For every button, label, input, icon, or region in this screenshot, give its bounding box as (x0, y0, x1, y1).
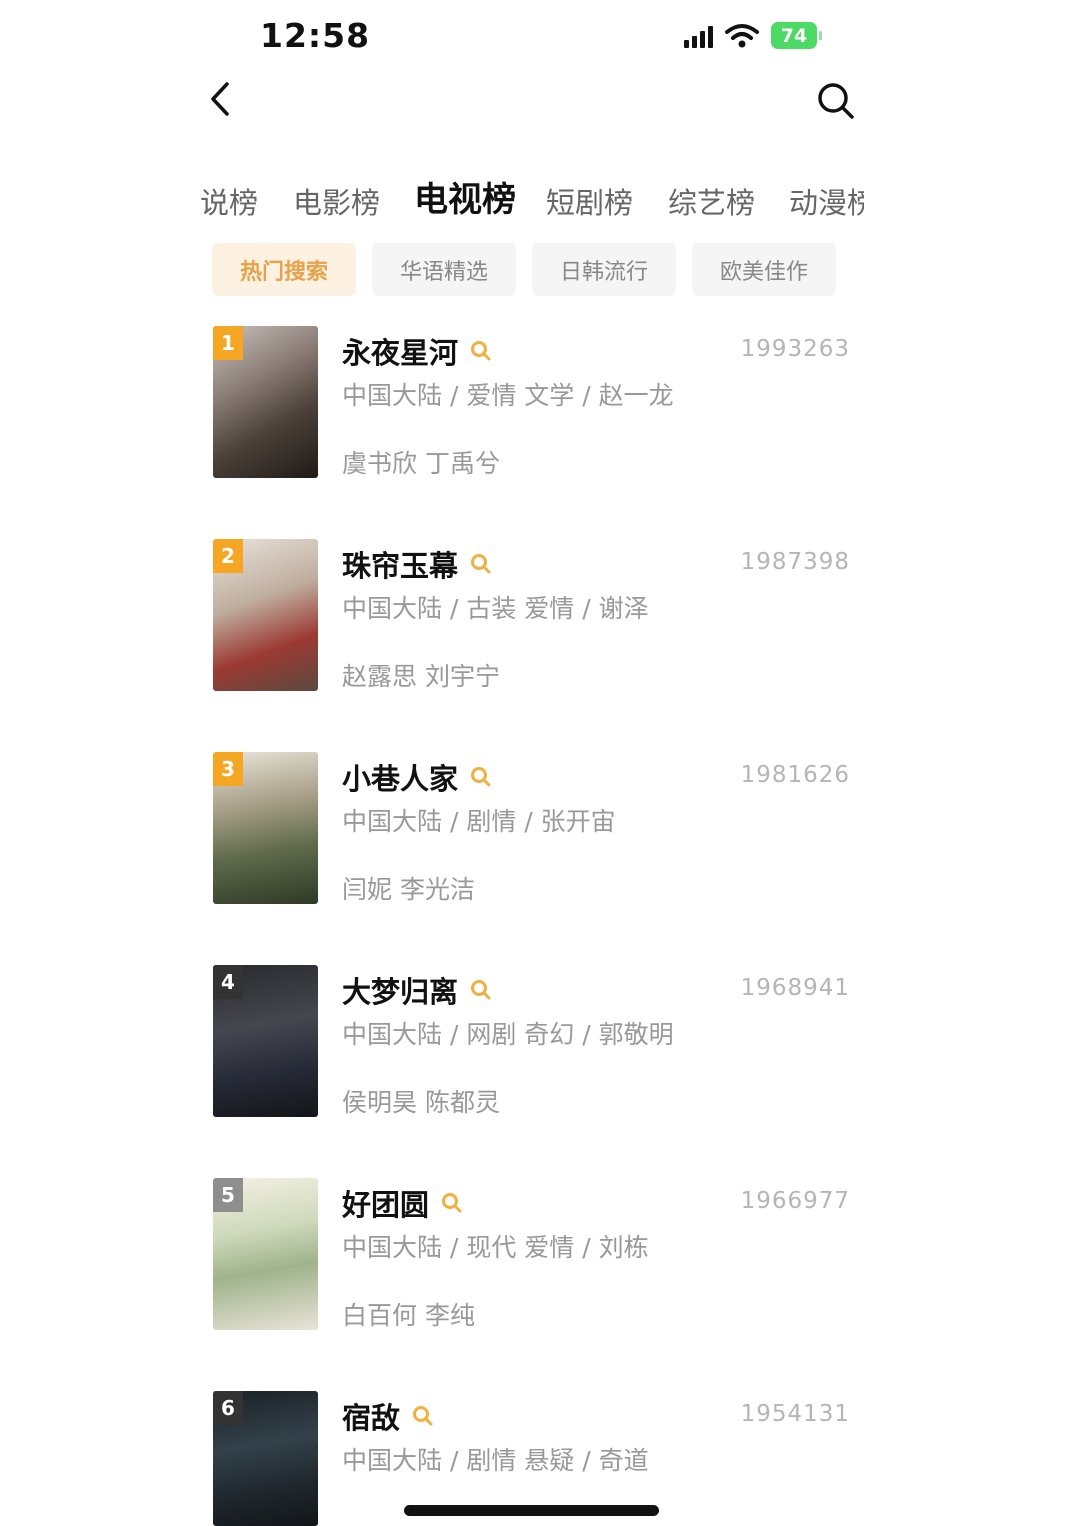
tab-tv[interactable]: 电视榜 (414, 172, 516, 221)
item-title: 大梦归离 (342, 975, 459, 1009)
item-cast: 赵露思 刘宇宁 (342, 662, 500, 691)
item-cast: 白百何 李纯 (342, 1301, 475, 1330)
list-item[interactable]: 4 大梦归离 1968941 中国大陆 / 网剧 奇幻 / 郭敬明 侯明昊 陈都… (0, 965, 1080, 1117)
signal-icon (684, 24, 713, 48)
wifi-icon (725, 23, 759, 47)
search-icon (818, 83, 854, 119)
tab-variety[interactable]: 综艺榜 (668, 180, 755, 222)
status-time: 12:58 (260, 16, 371, 55)
search-icon[interactable] (470, 553, 492, 575)
tab-short-drama[interactable]: 短剧榜 (546, 180, 633, 222)
chip-chinese[interactable]: 华语精选 (372, 243, 516, 296)
item-meta: 中国大陆 / 现代 爱情 / 刘栋 (342, 1233, 649, 1262)
item-meta: 中国大陆 / 古装 爱情 / 谢泽 (342, 594, 649, 623)
item-title: 永夜星河 (342, 336, 459, 370)
search-count: 1966977 (740, 1188, 850, 1214)
rank-badge: 6 (213, 1391, 243, 1425)
item-cast: 虞书欣 丁禹兮 (342, 449, 500, 478)
search-count: 1987398 (740, 549, 850, 575)
search-button[interactable] (808, 75, 864, 127)
search-count: 1968941 (740, 975, 850, 1001)
item-title: 珠帘玉幕 (342, 549, 459, 583)
poster-image: 6 (213, 1391, 318, 1526)
search-icon[interactable] (470, 340, 492, 362)
search-count: 1981626 (740, 762, 850, 788)
tab-novel[interactable]: 说榜 (200, 180, 258, 222)
item-meta: 中国大陆 / 剧情 悬疑 / 奇道 (342, 1446, 649, 1475)
item-cast: 闫妮 李光洁 (342, 875, 475, 904)
list-item[interactable]: 2 珠帘玉幕 1987398 中国大陆 / 古装 爱情 / 谢泽 赵露思 刘宇宁 (0, 539, 1080, 691)
item-title: 小巷人家 (342, 762, 459, 796)
chevron-left-icon (211, 82, 229, 116)
item-meta: 中国大陆 / 网剧 奇幻 / 郭敬明 (342, 1020, 674, 1049)
search-icon[interactable] (412, 1405, 434, 1427)
battery-icon: 74 (771, 22, 822, 49)
list-item[interactable]: 3 小巷人家 1981626 中国大陆 / 剧情 / 张开宙 闫妮 李光洁 (0, 752, 1080, 904)
battery-level: 74 (780, 24, 808, 47)
tab-anime[interactable]: 动漫榜 (789, 180, 864, 222)
rank-badge: 1 (213, 326, 243, 360)
nav-bar (0, 75, 1080, 135)
poster-image: 2 (213, 539, 318, 691)
search-icon[interactable] (470, 766, 492, 788)
item-meta: 中国大陆 / 剧情 / 张开宙 (342, 807, 616, 836)
rank-badge: 5 (213, 1178, 243, 1212)
item-cast: 侯明昊 陈都灵 (342, 1088, 500, 1117)
chip-western[interactable]: 欧美佳作 (692, 243, 836, 296)
tab-movie[interactable]: 电影榜 (293, 180, 380, 222)
poster-image: 3 (213, 752, 318, 904)
item-meta: 中国大陆 / 爱情 文学 / 赵一龙 (342, 381, 674, 410)
home-indicator (404, 1505, 659, 1516)
rank-badge: 2 (213, 539, 243, 573)
search-icon[interactable] (441, 1192, 463, 1214)
category-tabs: 说榜 电影榜 电视榜 短剧榜 综艺榜 动漫榜 (200, 170, 864, 226)
poster-image: 5 (213, 1178, 318, 1330)
item-title: 好团圆 (342, 1188, 430, 1222)
chip-hot-search[interactable]: 热门搜索 (212, 243, 356, 296)
search-icon[interactable] (470, 979, 492, 1001)
poster-image: 1 (213, 326, 318, 478)
back-button[interactable] (198, 75, 242, 123)
list-item[interactable]: 5 好团圆 1966977 中国大陆 / 现代 爱情 / 刘栋 白百何 李纯 (0, 1178, 1080, 1330)
chip-japan-korea[interactable]: 日韩流行 (532, 243, 676, 296)
filter-chips: 热门搜索 华语精选 日韩流行 欧美佳作 (212, 243, 836, 296)
rank-badge: 3 (213, 752, 243, 786)
list-item[interactable]: 1 永夜星河 1993263 中国大陆 / 爱情 文学 / 赵一龙 虞书欣 丁禹… (0, 326, 1080, 478)
item-title: 宿敌 (342, 1401, 401, 1435)
status-bar: 12:58 74 (0, 0, 1080, 75)
search-count: 1954131 (740, 1401, 850, 1427)
poster-image: 4 (213, 965, 318, 1117)
search-count: 1993263 (740, 336, 850, 362)
status-icons: 74 (684, 22, 822, 49)
rank-badge: 4 (213, 965, 243, 999)
